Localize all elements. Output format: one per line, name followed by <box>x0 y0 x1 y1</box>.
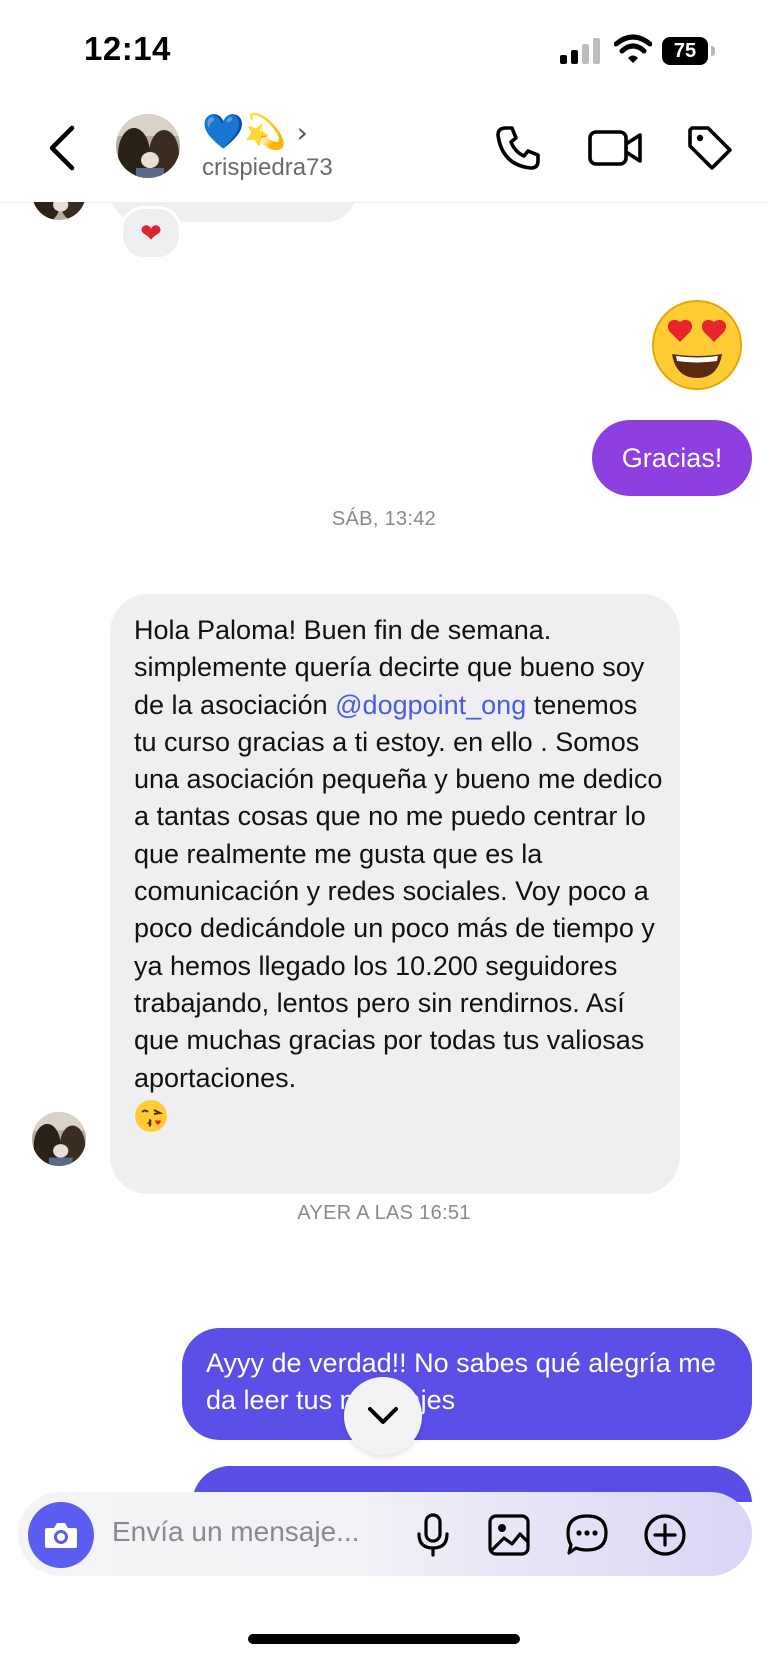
message-text: Hola Paloma! Buen fin de semana. simplem… <box>134 612 664 1133</box>
message-bubble-incoming[interactable]: Hola Paloma! Buen fin de semana. simplem… <box>110 594 680 1194</box>
message-input[interactable]: Envía un mensaje... <box>112 1516 359 1548</box>
timestamp-divider: SÁB, 13:42 <box>331 508 437 530</box>
contact-username[interactable]: crispiedra73 <box>202 154 333 182</box>
gallery-icon[interactable] <box>486 1512 532 1558</box>
cellular-signal-icon <box>560 38 600 64</box>
back-arrow-icon[interactable] <box>44 120 80 176</box>
home-indicator[interactable] <box>248 1634 520 1644</box>
sender-avatar[interactable] <box>32 202 86 220</box>
kiss-emoji-icon <box>135 1099 167 1132</box>
phone-call-icon[interactable] <box>492 122 544 174</box>
chevron-right-icon: › <box>296 115 308 149</box>
status-time: 12:14 <box>84 30 171 67</box>
contact-name-emojis: 💙💫 <box>202 113 287 151</box>
chevron-down-icon <box>368 1407 398 1424</box>
sender-avatar[interactable] <box>32 1112 86 1166</box>
message-bubble-outgoing[interactable]: Gracias! <box>592 420 752 496</box>
status-bar: 12:14 75 <box>0 0 768 100</box>
battery-indicator: 75 <box>662 37 716 65</box>
heart-reaction[interactable]: ❤ <box>120 206 182 260</box>
message-text-part: tenemos tu curso gracias a ti estoy. en … <box>134 689 663 1093</box>
message-text: Gracias! <box>621 442 723 473</box>
sticker-chat-icon[interactable] <box>564 1512 610 1558</box>
camera-button[interactable] <box>28 1502 94 1568</box>
mention-link[interactable]: @dogpoint_ong <box>335 690 526 720</box>
message-composer: Envía un mensaje... <box>18 1492 752 1576</box>
chat-header: 💙💫 › crispiedra73 <box>0 100 768 203</box>
heart-eyes-emoji-icon[interactable] <box>650 298 744 392</box>
contact-avatar[interactable] <box>116 114 180 178</box>
microphone-icon[interactable] <box>410 1512 456 1558</box>
message-bubble-outgoing[interactable]: Ayyy de verdad!! No sabes qué alegría me… <box>182 1328 752 1440</box>
add-icon[interactable] <box>642 1512 688 1558</box>
camera-icon <box>45 1523 77 1548</box>
message-text: Ayyy de verdad!! No sabes qué alegría me… <box>206 1348 716 1415</box>
wifi-icon <box>614 34 652 63</box>
battery-level: 75 <box>662 37 708 65</box>
contact-name[interactable]: 💙💫 › <box>202 112 308 152</box>
battery-cap <box>711 46 715 56</box>
timestamp-divider: AYER A LAS 16:51 <box>297 1202 471 1224</box>
tag-icon[interactable] <box>684 122 736 174</box>
scroll-to-bottom-button[interactable] <box>344 1377 422 1455</box>
heart-icon: ❤ <box>140 217 162 248</box>
video-call-icon[interactable] <box>586 122 644 174</box>
message-thread[interactable]: ❤ Gracias! SÁB, 13:42 Hola Paloma! Buen … <box>0 202 768 1502</box>
